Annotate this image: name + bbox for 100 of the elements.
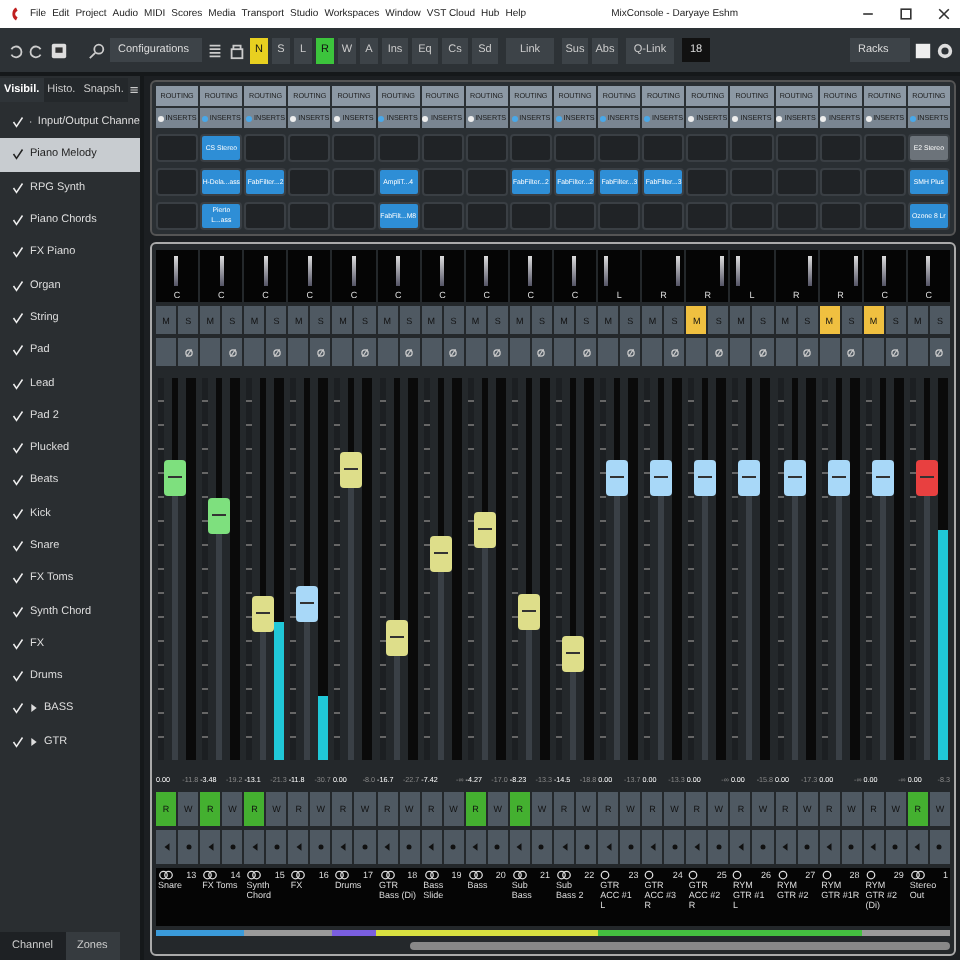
triangle-icon	[161, 842, 172, 852]
edit-button[interactable]	[156, 830, 177, 864]
phase-button[interactable]	[178, 338, 199, 366]
fader-handle[interactable]	[694, 459, 717, 496]
edit-button[interactable]	[200, 830, 221, 864]
triangle-icon	[514, 842, 525, 852]
record-button[interactable]	[929, 830, 950, 864]
phase-button[interactable]	[354, 338, 376, 366]
phase-button[interactable]	[797, 338, 818, 366]
edit-button[interactable]	[686, 830, 707, 864]
record-button[interactable]	[222, 830, 243, 864]
record-button[interactable]	[178, 830, 199, 864]
phase-button[interactable]	[222, 338, 243, 366]
edit-button[interactable]	[863, 830, 884, 864]
edit-button[interactable]	[465, 830, 486, 864]
edit-button[interactable]	[332, 830, 353, 864]
edit-button[interactable]	[907, 830, 928, 864]
record-button[interactable]	[708, 830, 729, 864]
redo-icon[interactable]	[28, 41, 46, 59]
record-button[interactable]	[399, 830, 420, 864]
close-icon[interactable]	[936, 6, 952, 22]
fader-handle[interactable]	[871, 459, 894, 496]
record-button[interactable]	[531, 830, 552, 864]
expand-icon[interactable]	[30, 735, 38, 748]
record-icon	[713, 842, 724, 852]
phase-button[interactable]	[487, 338, 508, 366]
check-icon[interactable]	[12, 148, 24, 161]
edit-button[interactable]	[377, 830, 398, 864]
record-button[interactable]	[576, 830, 597, 864]
search-icon[interactable]	[88, 41, 106, 59]
record-icon	[846, 842, 857, 852]
fader-handle[interactable]	[252, 596, 275, 633]
edit-button[interactable]	[642, 830, 663, 864]
phase-button[interactable]	[531, 338, 552, 366]
edit-button[interactable]	[775, 830, 796, 864]
phase-icon	[934, 347, 945, 357]
record-button[interactable]	[885, 830, 906, 864]
phase-button[interactable]	[664, 338, 685, 366]
phase-icon	[581, 347, 592, 357]
fader-handle[interactable]	[827, 459, 850, 496]
fader-handle[interactable]	[429, 535, 452, 572]
fader-handle[interactable]	[606, 459, 629, 496]
list-icon[interactable]	[206, 41, 224, 59]
phase-button[interactable]	[929, 338, 950, 366]
scrollbar-handle[interactable]	[410, 942, 950, 950]
record-button[interactable]	[354, 830, 376, 864]
edit-button[interactable]	[819, 830, 840, 864]
record-icon	[536, 842, 547, 852]
undo-icon[interactable]	[6, 41, 24, 59]
phase-button[interactable]	[443, 338, 464, 366]
phase-button[interactable]	[399, 338, 420, 366]
expand-icon[interactable]	[30, 702, 38, 715]
fader-handle[interactable]	[738, 459, 761, 496]
phase-icon	[448, 347, 459, 357]
record-button[interactable]	[310, 830, 331, 864]
edit-button[interactable]	[509, 830, 530, 864]
fader-handle[interactable]	[340, 451, 363, 488]
record-button[interactable]	[620, 830, 641, 864]
fader-handle[interactable]	[208, 497, 231, 534]
layout-icon[interactable]	[914, 41, 932, 59]
edit-button[interactable]	[244, 830, 265, 864]
fader-handle[interactable]	[650, 459, 673, 496]
maximize-icon[interactable]	[898, 6, 914, 22]
record-button[interactable]	[443, 830, 464, 864]
record-button[interactable]	[797, 830, 818, 864]
record-button[interactable]	[664, 830, 685, 864]
phase-button[interactable]	[708, 338, 729, 366]
phase-button[interactable]	[752, 338, 774, 366]
triangle-icon	[337, 842, 348, 852]
triangle-icon	[382, 842, 393, 852]
fader-handle[interactable]	[296, 585, 319, 622]
record-button[interactable]	[487, 830, 508, 864]
fader-handle[interactable]	[473, 512, 496, 549]
fader-handle[interactable]	[562, 635, 585, 672]
triangle-icon	[868, 842, 879, 852]
phase-button[interactable]	[266, 338, 287, 366]
lock-icon[interactable]	[228, 41, 246, 59]
phase-button[interactable]	[885, 338, 906, 366]
record-icon	[448, 842, 459, 852]
menu-icon[interactable]	[127, 81, 140, 97]
fader-handle[interactable]	[783, 459, 806, 496]
fader-handle[interactable]	[517, 593, 540, 630]
edit-button[interactable]	[288, 830, 309, 864]
phase-button[interactable]	[620, 338, 641, 366]
record-button[interactable]	[266, 830, 287, 864]
fader-handle[interactable]	[385, 619, 408, 656]
window-icon[interactable]	[50, 41, 68, 59]
phase-button[interactable]	[576, 338, 597, 366]
record-button[interactable]	[841, 830, 862, 864]
fader-handle[interactable]	[915, 459, 938, 496]
phase-button[interactable]	[310, 338, 331, 366]
phase-icon	[404, 347, 415, 357]
record-button[interactable]	[752, 830, 774, 864]
edit-button[interactable]	[421, 830, 442, 864]
settings-icon[interactable]	[936, 41, 954, 59]
edit-button[interactable]	[553, 830, 575, 864]
edit-button[interactable]	[730, 830, 751, 864]
fader-handle[interactable]	[164, 459, 187, 496]
phase-button[interactable]	[841, 338, 862, 366]
edit-button[interactable]	[598, 830, 619, 864]
